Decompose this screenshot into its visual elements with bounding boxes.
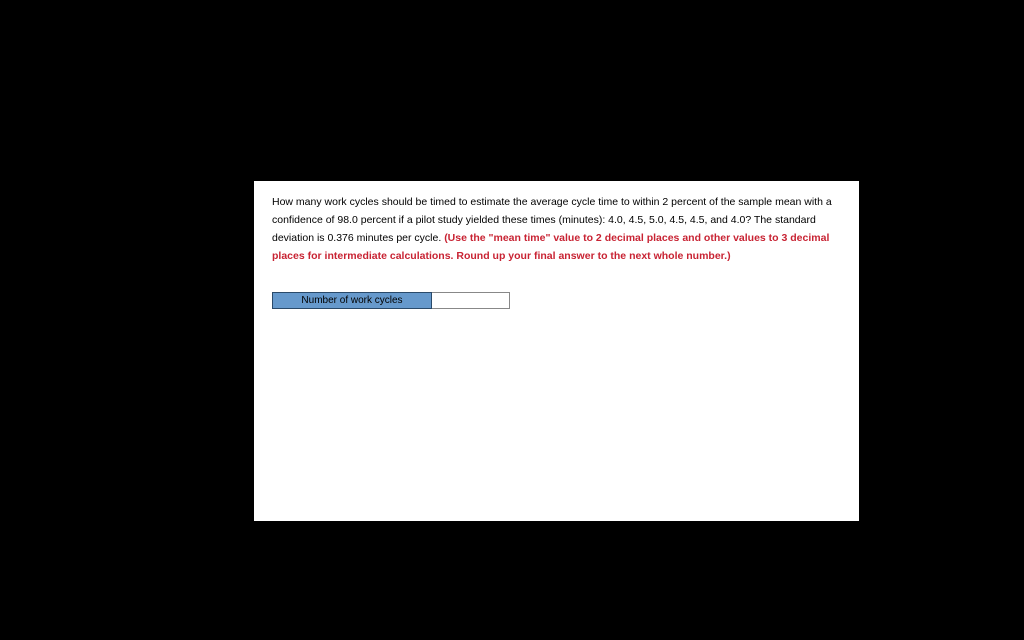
answer-label: Number of work cycles bbox=[272, 292, 432, 309]
question-paragraph: How many work cycles should be timed to … bbox=[272, 192, 841, 264]
answer-row: Number of work cycles bbox=[272, 292, 841, 309]
work-cycles-input[interactable] bbox=[432, 292, 510, 309]
question-panel: How many work cycles should be timed to … bbox=[254, 181, 859, 521]
